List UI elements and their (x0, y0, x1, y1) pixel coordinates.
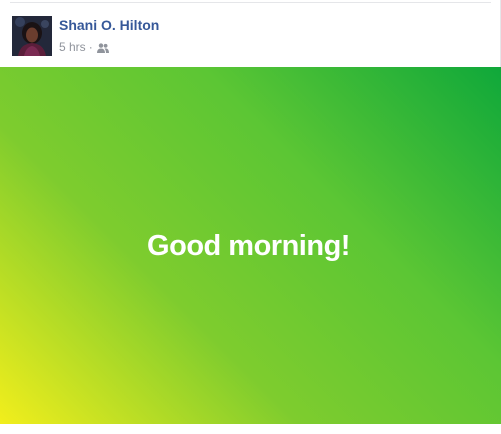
post-footer-space (0, 424, 501, 434)
author-name-link[interactable]: Shani O. Hilton (59, 17, 159, 33)
post-top-divider (10, 2, 491, 3)
status-text: Good morning! (147, 230, 350, 262)
post-meta: 5 hrs · (59, 40, 109, 54)
timestamp-link[interactable]: 5 hrs (59, 40, 86, 54)
status-background-card[interactable]: Good morning! (0, 67, 501, 424)
post-header: Shani O. Hilton 5 hrs · (12, 16, 491, 56)
meta-separator: · (88, 40, 93, 54)
avatar[interactable] (12, 16, 52, 56)
news-feed-post: Shani O. Hilton 5 hrs · Good morning! (0, 0, 501, 434)
profile-photo-icon (12, 16, 52, 56)
friends-icon[interactable] (96, 42, 109, 53)
